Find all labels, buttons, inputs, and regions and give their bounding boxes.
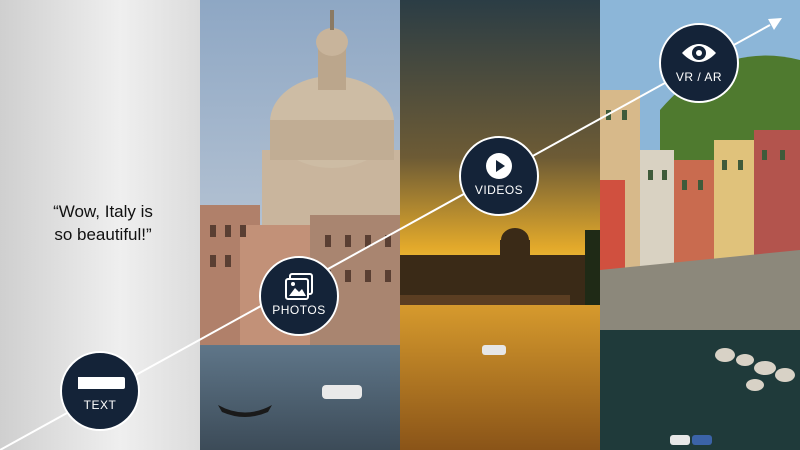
venice-illustration	[200, 0, 400, 450]
text-badge-label: TEXT	[83, 398, 117, 412]
text-badge: TEXT	[60, 351, 140, 431]
text-bar-icon	[75, 367, 125, 402]
play-icon	[485, 152, 513, 185]
videos-badge: VIDEOS	[459, 136, 539, 216]
venice-photo	[200, 0, 400, 450]
rome-sunset-video	[400, 0, 600, 450]
rome-illustration	[400, 0, 600, 450]
videos-badge-label: VIDEOS	[474, 183, 524, 197]
vr-badge-label: VR / AR	[675, 70, 723, 84]
vr-badge: VR / AR	[659, 23, 739, 103]
eye-icon	[681, 39, 717, 72]
photos-badge: PHOTOS	[259, 256, 339, 336]
photos-badge-label: PHOTOS	[272, 303, 326, 317]
photos-icon	[284, 272, 314, 307]
quote-text: “Wow, Italy is so beautiful!”	[53, 202, 153, 244]
